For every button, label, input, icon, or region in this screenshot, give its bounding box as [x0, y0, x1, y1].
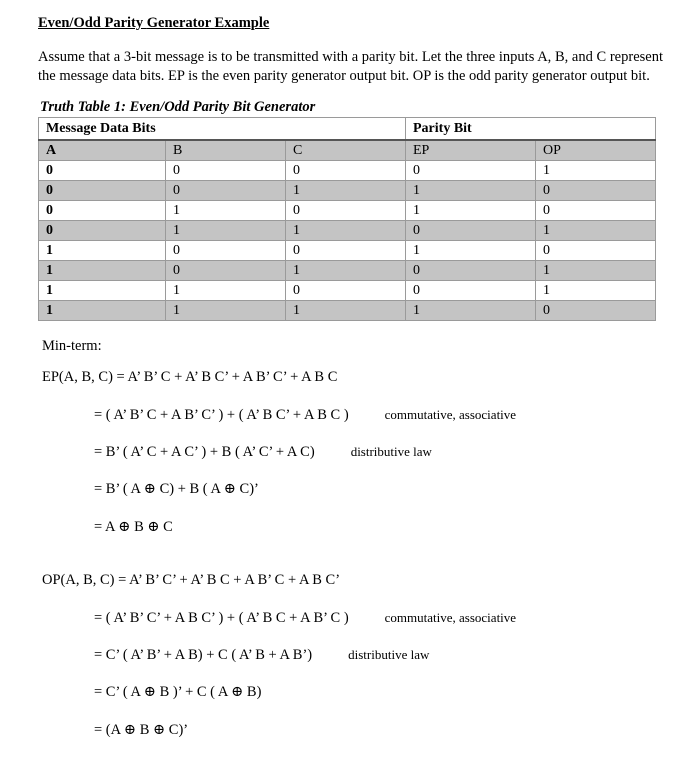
table-cell: 1 — [285, 180, 406, 202]
table-cell: 1 — [165, 220, 286, 242]
page-title: Even/Odd Parity Generator Example — [38, 14, 657, 32]
table-cell: 1 — [405, 200, 536, 222]
table-cell: 1 — [285, 220, 406, 242]
table-cell: 1 — [535, 280, 656, 302]
table-cell: 0 — [38, 160, 166, 182]
table-cell: 0 — [535, 180, 656, 202]
ep-equation-line-2-row: = ( A’ B’ C + A B’ C’ ) + ( A’ B C’ + A … — [94, 407, 657, 424]
column-header-a: A — [38, 139, 166, 162]
ep-equation-line-2: = ( A’ B’ C + A B’ C’ ) + ( A’ B C’ + A … — [94, 406, 349, 423]
table-cell: 1 — [535, 260, 656, 282]
table-cell: 1 — [165, 200, 286, 222]
page-title-part1: Even/Odd Parity — [38, 15, 147, 31]
page-title-bold: Generator — [146, 15, 211, 31]
table-cell: 1 — [405, 300, 536, 322]
table-cell: 0 — [405, 220, 536, 242]
table-cell: 1 — [535, 160, 656, 182]
table-cell: 0 — [38, 220, 166, 242]
column-header-b: B — [165, 139, 286, 162]
table-cell: 0 — [535, 300, 656, 322]
op-equation-line-4: = C’ ( A ⊕ B )’ + C ( A ⊕ B) — [94, 684, 262, 701]
table-column-header-row: A B C EP OP — [38, 139, 656, 162]
table-cell: 1 — [38, 300, 166, 322]
table-row: 10010 — [38, 240, 656, 262]
ep-equation-line-3-note: distributive law — [350, 444, 432, 459]
table-cell: 0 — [165, 240, 286, 262]
document-page: Even/Odd Parity Generator Example Assume… — [0, 0, 695, 739]
table-row: 11110 — [38, 300, 656, 322]
table-cell: 1 — [405, 240, 536, 262]
op-equation-line-5: = (A ⊕ B ⊕ C)’ — [94, 721, 189, 738]
table-cell: 1 — [165, 300, 286, 322]
table-cell: 0 — [405, 280, 536, 302]
op-equation-line-2-note: commutative, associative — [384, 609, 517, 625]
table-row: 10101 — [38, 260, 656, 282]
op-equation-line-3: = C’ ( A’ B’ + A B) + C ( A’ B + A B’) — [94, 646, 313, 663]
table-row: 01101 — [38, 220, 656, 242]
op-equation-line-3-row: = C’ ( A’ B’ + A B) + C ( A’ B + A B’) di… — [94, 647, 657, 664]
op-equation-line-2-row: = ( A’ B’ C’ + A B C’ ) + ( A’ B C + A B… — [94, 610, 657, 627]
op-equation-line-1: OP(A, B, C) = A’ B’ C’ + A’ B C + A B’ C… — [42, 572, 341, 589]
ep-equation-line-2-note: commutative, associative — [384, 406, 517, 422]
group-header-parity-bit: Parity Bit — [405, 117, 656, 142]
table-cell: 0 — [405, 160, 536, 182]
table-cell: 0 — [38, 180, 166, 202]
group-header-message-data-bits: Message Data Bits — [38, 117, 406, 142]
table-row: 01010 — [38, 200, 656, 222]
minterm-label: Min-term: — [42, 338, 102, 355]
truth-table: Message Data Bits Parity Bit A B C EP OP… — [38, 117, 656, 322]
table-cell: 0 — [285, 200, 406, 222]
op-equation-block: OP(A, B, C) = A’ B’ C’ + A’ B C + A B’ C… — [38, 572, 657, 739]
intro-paragraph: Assume that a 3-bit message is to be tra… — [38, 49, 663, 84]
ep-equation-block: EP(A, B, C) = A’ B’ C + A’ B C’ + A B’ C… — [38, 369, 657, 536]
op-equation-line-2: = ( A’ B’ C’ + A B C’ ) + ( A’ B C + A B… — [94, 609, 349, 626]
table-cell: 0 — [285, 160, 406, 182]
table-cell: 0 — [38, 200, 166, 222]
table-cell: 0 — [285, 280, 406, 302]
table-cell: 1 — [535, 220, 656, 242]
column-header-ep: EP — [405, 139, 536, 162]
ep-equation-line-5: = A ⊕ B ⊕ C — [94, 518, 173, 535]
table-row: 00110 — [38, 180, 656, 202]
table-cell: 0 — [535, 200, 656, 222]
table-cell: 1 — [165, 280, 286, 302]
table-cell: 1 — [38, 240, 166, 262]
table-row: 11001 — [38, 280, 656, 302]
table-cell: 1 — [285, 260, 406, 282]
column-header-c: C — [285, 139, 406, 162]
ep-equation-line-1: EP(A, B, C) = A’ B’ C + A’ B C’ + A B’ C… — [42, 369, 338, 386]
column-header-op: OP — [535, 139, 656, 162]
table-cell: 0 — [405, 260, 536, 282]
table-group-header-row: Message Data Bits Parity Bit — [38, 117, 656, 142]
table-cell: 1 — [38, 260, 166, 282]
page-title-part2: Example — [210, 15, 270, 31]
ep-equation-line-4: = B’ ( A ⊕ C) + B ( A ⊕ C)’ — [94, 481, 259, 498]
op-equation-line-3-note: distributive law — [348, 646, 430, 662]
table-cell: 0 — [285, 240, 406, 262]
table-row: 00001 — [38, 160, 656, 182]
ep-equation-line-3: = B’ ( A’ C + A C’ ) + B ( A’ C’ + A C) — [94, 444, 315, 460]
ep-equation-line-3-row: = B’ ( A’ C + A C’ ) + B ( A’ C’ + A C) d… — [94, 444, 657, 461]
table-cell: 0 — [165, 160, 286, 182]
table-cell: 1 — [405, 180, 536, 202]
table-caption: Truth Table 1: Even/Odd Parity Bit Gener… — [40, 99, 316, 116]
table-cell: 0 — [165, 260, 286, 282]
table-cell: 1 — [285, 300, 406, 322]
table-cell: 1 — [38, 280, 166, 302]
table-cell: 0 — [535, 240, 656, 262]
table-cell: 0 — [165, 180, 286, 202]
